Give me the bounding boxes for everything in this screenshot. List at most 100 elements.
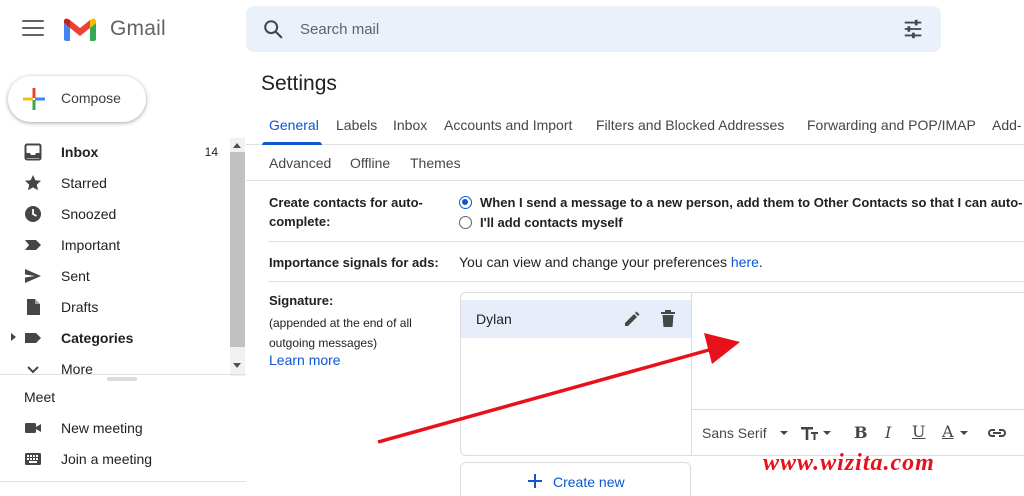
tab-add-ons[interactable]: Add- — [992, 117, 1022, 133]
create-contacts-label-line1: Create contacts for auto- — [269, 195, 423, 210]
page-title: Settings — [261, 72, 337, 95]
search-icon[interactable] — [262, 18, 284, 40]
importance-signals-text: You can view and change your preferences… — [459, 254, 763, 270]
tab-inbox[interactable]: Inbox — [393, 117, 427, 133]
compose-plus-icon — [23, 88, 45, 110]
star-icon — [25, 175, 41, 191]
text-color-caret-icon[interactable] — [960, 431, 968, 435]
tab-offline[interactable]: Offline — [350, 155, 390, 171]
label-icon — [25, 333, 41, 343]
unread-count: 14 — [204, 145, 218, 159]
search-input[interactable] — [300, 14, 860, 44]
auto-add-contacts-option[interactable]: When I send a message to a new person, a… — [459, 195, 1022, 210]
sidebar-item-drafts[interactable]: Drafts — [0, 291, 230, 322]
create-contacts-label: Create contacts for auto- complete: — [269, 193, 423, 231]
sidebar-item-label: Important — [61, 237, 121, 253]
font-size-icon[interactable] — [800, 423, 820, 443]
signature-name: Dylan — [476, 311, 512, 327]
tab-advanced[interactable]: Advanced — [269, 155, 331, 171]
font-size-caret-icon[interactable] — [823, 431, 831, 435]
sidebar-item-label: Sent — [61, 268, 90, 284]
top-bar: Gmail — [0, 0, 1024, 60]
compose-button[interactable]: Compose — [8, 76, 146, 122]
watermark: www.wizita.com — [763, 450, 935, 476]
auto-add-contacts-radio[interactable] — [459, 196, 472, 209]
sidebar-divider — [0, 374, 246, 375]
tab-forwarding-and-pop-imap[interactable]: Forwarding and POP/IMAP — [807, 117, 976, 133]
join-meeting-label: Join a meeting — [61, 451, 153, 467]
sidebar-item-label: Starred — [61, 175, 107, 191]
chevron-down-icon — [27, 366, 39, 374]
main-menu-icon[interactable] — [22, 20, 44, 38]
manual-contacts-text: I'll add contacts myself — [480, 215, 623, 230]
tab-filters-and-blocked-addresses[interactable]: Filters and Blocked Addresses — [596, 117, 784, 133]
sidebar-item-starred[interactable]: Starred — [0, 167, 230, 198]
importance-signals-period: . — [758, 254, 763, 270]
resize-handle[interactable] — [107, 377, 137, 381]
bold-icon[interactable]: B — [854, 423, 868, 442]
section-divider — [268, 281, 1024, 282]
gmail-m-icon — [64, 18, 96, 41]
ads-preferences-link[interactable]: here — [731, 254, 759, 270]
edit-pencil-icon[interactable] — [623, 310, 641, 328]
tab-labels[interactable]: Labels — [336, 117, 377, 133]
sidebar: Compose Inbox 14 Starred Snoozed Importa… — [0, 60, 246, 496]
tab-accounts-and-import[interactable]: Accounts and Import — [444, 117, 572, 133]
tab-general[interactable]: General — [269, 117, 319, 133]
compose-label: Compose — [61, 90, 121, 106]
sidebar-item-label: Inbox — [61, 144, 99, 160]
create-new-signature-button[interactable]: Create new — [460, 462, 691, 496]
insert-link-icon[interactable] — [987, 423, 1007, 443]
new-meeting-button[interactable]: New meeting — [0, 412, 230, 443]
important-icon — [25, 240, 41, 250]
learn-more-link[interactable]: Learn more — [269, 352, 341, 368]
settings-panel: Settings General Labels Inbox Accounts a… — [246, 60, 1024, 496]
create-new-label: Create new — [553, 474, 625, 490]
settings-tabs: General Labels Inbox Accounts and Import… — [246, 105, 1024, 145]
send-icon — [25, 269, 41, 283]
sidebar-divider — [0, 481, 246, 482]
manual-contacts-radio[interactable] — [459, 216, 472, 229]
search-bar[interactable] — [246, 6, 941, 52]
create-contacts-label-line2: complete: — [269, 214, 331, 229]
expand-caret-icon[interactable] — [11, 333, 16, 341]
text-color-icon[interactable]: A — [942, 422, 954, 441]
sidebar-scrollbar-thumb[interactable] — [230, 152, 245, 347]
signature-editor[interactable] — [692, 293, 1024, 409]
section-divider — [268, 241, 1024, 242]
search-options-icon[interactable] — [902, 18, 924, 40]
video-camera-icon — [25, 423, 41, 433]
importance-signals-description: You can view and change your preferences — [459, 254, 731, 270]
sidebar-item-inbox[interactable]: Inbox 14 — [0, 136, 230, 167]
font-dropdown-caret-icon[interactable] — [780, 431, 788, 435]
join-meeting-button[interactable]: Join a meeting — [0, 443, 230, 474]
tab-themes[interactable]: Themes — [410, 155, 461, 171]
scroll-up-arrow-icon[interactable] — [233, 143, 241, 148]
delete-trash-icon[interactable] — [660, 310, 676, 328]
meet-section-title: Meet — [24, 389, 56, 405]
scroll-down-arrow-icon[interactable] — [233, 363, 241, 368]
sidebar-item-label: Snoozed — [61, 206, 117, 222]
clock-icon — [25, 206, 41, 222]
signature-description-line2: outgoing messages) — [269, 336, 378, 350]
sidebar-item-categories[interactable]: Categories — [0, 322, 230, 353]
signature-list: Dylan — [460, 292, 692, 456]
sidebar-item-label: Categories — [61, 330, 134, 346]
folder-list: Inbox 14 Starred Snoozed Important Sent … — [0, 136, 230, 384]
signature-item[interactable]: Dylan — [461, 300, 691, 338]
app-name: Gmail — [110, 17, 166, 40]
underline-icon[interactable]: U — [912, 422, 925, 441]
italic-icon[interactable]: I — [885, 423, 891, 442]
gmail-logo[interactable]: Gmail — [62, 16, 166, 42]
font-family-selector[interactable]: Sans Serif — [702, 425, 767, 441]
settings-tabs-row2: Advanced Offline Themes — [246, 145, 1024, 181]
sidebar-item-sent[interactable]: Sent — [0, 260, 230, 291]
new-meeting-label: New meeting — [61, 420, 143, 436]
signature-label: Signature: — [269, 293, 334, 308]
sidebar-item-label: Drafts — [61, 299, 99, 315]
signature-format-toolbar: Sans Serif B I U A — [692, 409, 1024, 456]
inbox-icon — [24, 143, 42, 161]
manual-contacts-option[interactable]: I'll add contacts myself — [459, 215, 623, 230]
sidebar-item-snoozed[interactable]: Snoozed — [0, 198, 230, 229]
sidebar-item-important[interactable]: Important — [0, 229, 230, 260]
